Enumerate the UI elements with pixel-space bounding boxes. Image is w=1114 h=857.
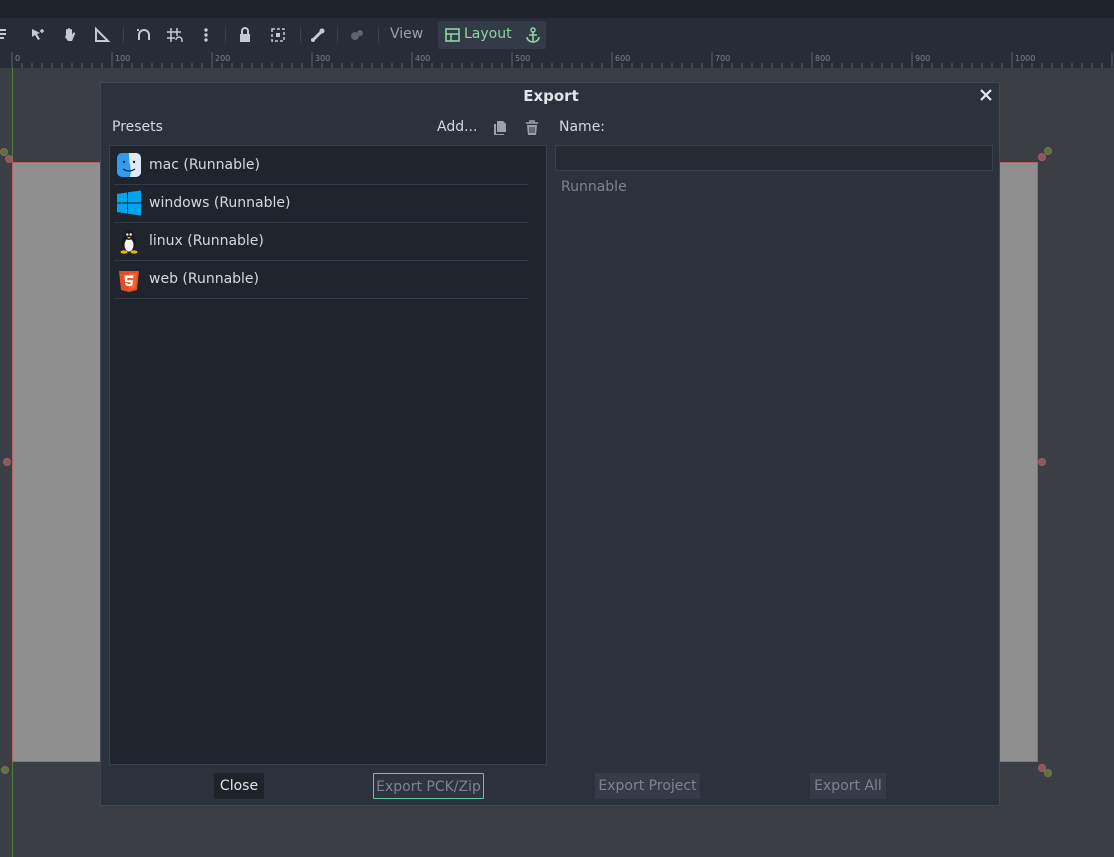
ruler-tick-label: 0 [15, 54, 20, 63]
preset-label: linux (Runnable) [149, 233, 264, 249]
resize-handle[interactable] [1, 766, 9, 774]
preset-label: windows (Runnable) [149, 195, 291, 211]
toolbar-separator [123, 27, 124, 43]
list-select-icon[interactable] [0, 26, 12, 44]
preset-item-linux[interactable]: linux (Runnable) [114, 223, 528, 261]
anchor-icon[interactable] [524, 26, 542, 44]
export-pck-zip-button[interactable]: Export PCK/Zip [373, 773, 484, 799]
html5-icon [116, 266, 142, 292]
presets-label: Presets [112, 119, 163, 135]
editor-toolbar: View Layout [0, 18, 1114, 52]
runnable-checkbox[interactable]: Runnable [561, 179, 627, 195]
resize-handle[interactable] [1038, 458, 1046, 466]
toolbar-separator [337, 27, 338, 43]
duplicate-icon[interactable] [492, 120, 508, 136]
ruler-tick-label: 400 [415, 54, 430, 63]
grid-snap-icon[interactable] [165, 26, 183, 44]
preset-item-mac[interactable]: mac (Runnable) [114, 147, 528, 185]
resize-handle[interactable] [3, 458, 11, 466]
name-label: Name: [559, 119, 606, 135]
add-preset-button[interactable]: Add... [437, 119, 477, 135]
particles-icon[interactable] [348, 26, 366, 44]
resize-handle[interactable] [1044, 769, 1052, 777]
more-options-icon[interactable] [197, 26, 215, 44]
horizontal-ruler: 0 100 200 300 400 500 600 700 800 900 1000 [0, 52, 1114, 69]
preset-item-windows[interactable]: windows (Runnable) [114, 185, 528, 223]
preset-label: web (Runnable) [149, 271, 260, 287]
macos-finder-icon [116, 152, 142, 178]
export-all-button[interactable]: Export All [810, 773, 886, 799]
toolbar-separator [378, 27, 379, 43]
ruler-tick-label: 200 [215, 54, 230, 63]
export-dialog: Export Presets Add... Name: mac (Runnabl… [100, 82, 1000, 806]
windows-icon [116, 190, 142, 216]
preset-label: mac (Runnable) [149, 157, 260, 173]
ruler-tick-label: 100 [115, 54, 130, 63]
layout-menu-label: Layout [464, 26, 512, 42]
preset-item-web[interactable]: web (Runnable) [114, 261, 528, 299]
linux-tux-icon [116, 228, 142, 254]
ruler-icon[interactable] [93, 26, 111, 44]
view-menu[interactable]: View [390, 26, 423, 42]
layout-grid-icon [444, 26, 462, 44]
snap-icon[interactable] [135, 26, 153, 44]
dialog-title: Export [523, 87, 579, 105]
resize-handle[interactable] [1038, 153, 1046, 161]
lock-icon[interactable] [236, 26, 254, 44]
toolbar-separator [225, 27, 226, 43]
ruler-tick-label: 800 [815, 54, 830, 63]
ruler-tick-label: 600 [615, 54, 630, 63]
preset-name-input[interactable] [555, 145, 993, 171]
export-project-button[interactable]: Export Project [595, 773, 700, 799]
close-button[interactable]: Close [214, 773, 264, 799]
move-mode-icon[interactable] [29, 26, 47, 44]
pan-hand-icon[interactable] [61, 26, 79, 44]
ruler-tick-label: 1000 [1015, 54, 1035, 63]
ruler-tick-label: 300 [315, 54, 330, 63]
ruler-tick-label: 900 [915, 54, 930, 63]
preset-list: mac (Runnable) windows (Runnable) linux … [109, 145, 547, 765]
trash-icon[interactable] [524, 120, 540, 136]
window-top-strip [0, 0, 1114, 18]
ruler-tick-label: 700 [715, 54, 730, 63]
toolbar-separator [300, 27, 301, 43]
group-icon[interactable] [269, 26, 287, 44]
ruler-tick-label: 500 [515, 54, 530, 63]
resize-handle[interactable] [5, 155, 13, 163]
skeleton-bone-icon[interactable] [309, 26, 327, 44]
close-icon[interactable] [977, 86, 995, 104]
